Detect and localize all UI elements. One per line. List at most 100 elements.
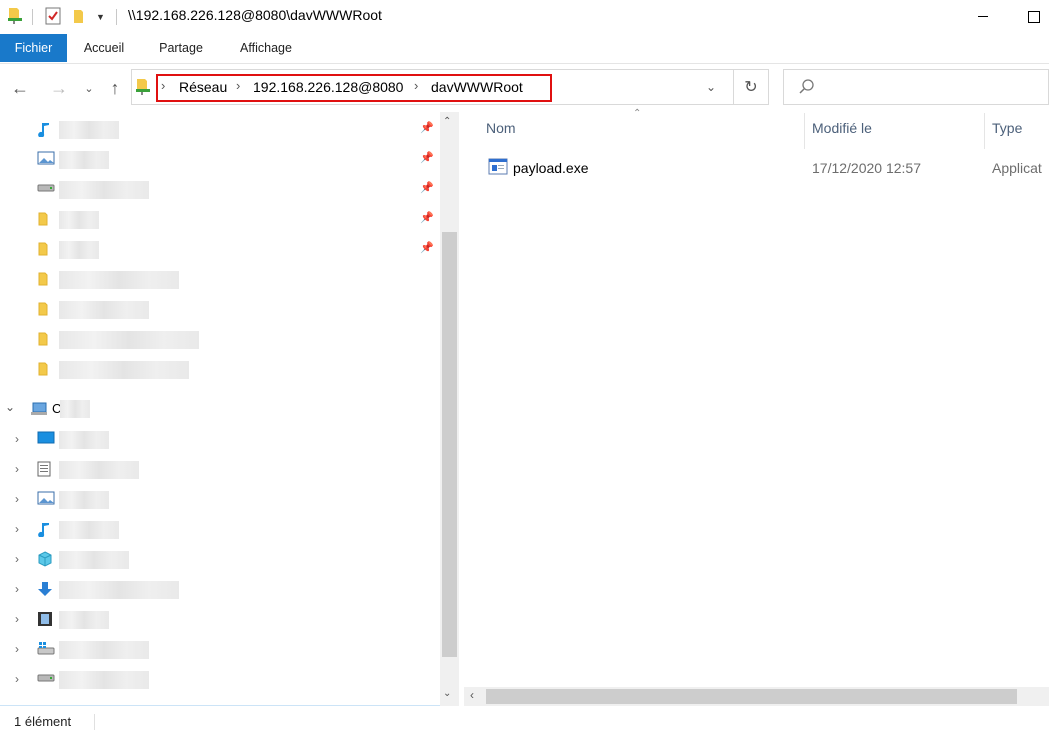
new-folder-icon[interactable] — [72, 7, 88, 25]
nav-this-pc-item[interactable]: › — [0, 425, 440, 455]
column-separator[interactable] — [984, 113, 985, 149]
nav-this-pc-item[interactable]: › — [0, 455, 440, 485]
redacted-label — [59, 331, 199, 349]
nav-quick-access-item[interactable]: 📌 — [0, 115, 440, 145]
nav-this-pc-item[interactable]: › — [0, 665, 440, 695]
pin-icon[interactable]: 📌 — [420, 181, 434, 195]
breadcrumb-davwwwroot[interactable]: davWWWRoot — [431, 79, 523, 95]
chevron-right-icon[interactable]: › — [15, 672, 19, 686]
3d-objects-icon — [37, 551, 53, 570]
downloads-icon — [37, 581, 53, 600]
file-type: Applicat — [992, 160, 1042, 176]
chevron-right-icon[interactable]: › — [15, 582, 19, 596]
redacted-label — [59, 211, 99, 229]
sort-ascending-icon: ⌃ — [633, 108, 642, 119]
minimize-icon — [978, 16, 988, 17]
pictures-icon — [37, 151, 55, 168]
nav-this-pc-item[interactable]: › — [0, 515, 440, 545]
redacted-label — [59, 181, 149, 199]
back-button[interactable]: ← — [8, 76, 32, 100]
chevron-right-icon[interactable]: › — [15, 522, 19, 536]
maximize-icon — [1027, 10, 1040, 23]
nav-this-pc-item[interactable]: › — [0, 635, 440, 665]
redacted-label — [59, 551, 129, 569]
chevron-right-icon[interactable]: › — [15, 552, 19, 566]
nav-quick-access-item[interactable] — [0, 355, 440, 385]
breadcrumb-reseau[interactable]: Réseau — [179, 79, 227, 95]
address-history-dropdown[interactable]: ⌄ — [706, 80, 716, 94]
chevron-right-icon[interactable]: › — [15, 492, 19, 506]
nav-pane-scroll-thumb[interactable] — [442, 232, 457, 657]
customize-qa-chevron-icon[interactable]: ▼ — [96, 12, 105, 22]
maximize-button[interactable] — [1018, 0, 1049, 33]
nav-quick-access-item[interactable]: 📌 — [0, 205, 440, 235]
separator — [116, 9, 117, 25]
scroll-up-icon[interactable]: ⌃ — [443, 116, 451, 127]
file-row[interactable]: payload.exe 17/12/2020 12:57 Applicat — [478, 153, 1049, 183]
chevron-right-icon[interactable]: › — [15, 432, 19, 446]
chevron-down-icon[interactable]: ⌄ — [5, 400, 15, 414]
network-location-icon — [135, 77, 151, 97]
up-button[interactable]: ↑ — [104, 76, 126, 100]
nav-this-pc-item[interactable]: › — [0, 485, 440, 515]
nav-quick-access-item[interactable] — [0, 295, 440, 325]
nav-this-pc-item[interactable]: › — [0, 545, 440, 575]
pin-icon[interactable]: 📌 — [420, 241, 434, 255]
redacted-label — [59, 271, 179, 289]
recent-locations-button[interactable]: ⌄ — [80, 78, 98, 98]
chevron-right-icon[interactable]: › — [15, 462, 19, 476]
redacted-label — [59, 671, 149, 689]
chevron-down-icon: ⌄ — [706, 80, 717, 94]
breadcrumb-chevron-icon[interactable]: › — [161, 78, 165, 93]
search-input[interactable] — [783, 69, 1049, 105]
nav-this-pc-item[interactable]: › — [0, 605, 440, 635]
separator — [32, 9, 33, 25]
nav-quick-access-item[interactable] — [0, 265, 440, 295]
chevron-right-icon[interactable]: › — [15, 612, 19, 626]
nav-this-pc[interactable]: ⌄ C — [0, 394, 440, 424]
windows-drive-icon — [37, 641, 55, 658]
redacted-label — [59, 491, 109, 509]
column-header-type[interactable]: Type — [992, 120, 1022, 142]
documents-icon — [37, 461, 51, 480]
tab-accueil[interactable]: Accueil — [72, 34, 136, 62]
quick-access-network-icon[interactable] — [6, 6, 24, 26]
minimize-button[interactable] — [960, 0, 1006, 33]
status-text: 1 élément — [14, 714, 72, 729]
pin-icon[interactable]: 📌 — [420, 121, 434, 135]
file-modified: 17/12/2020 12:57 — [812, 160, 921, 176]
scroll-left-icon[interactable]: ‹ — [470, 688, 474, 702]
tab-fichier[interactable]: Fichier — [0, 34, 67, 62]
column-separator[interactable] — [804, 113, 805, 149]
properties-icon[interactable] — [45, 7, 61, 25]
pin-icon[interactable]: 📌 — [420, 151, 434, 165]
breadcrumb-chevron-icon[interactable]: › — [414, 78, 418, 93]
refresh-button[interactable]: ↻ — [733, 69, 769, 105]
nav-quick-access-item[interactable]: 📌 — [0, 235, 440, 265]
chevron-right-icon[interactable]: › — [15, 642, 19, 656]
column-header-modified[interactable]: Modifié le — [812, 120, 872, 142]
folder-icon — [37, 241, 51, 260]
refresh-icon: ↻ — [744, 79, 758, 96]
chevron-down-icon: ⌄ — [84, 82, 94, 95]
redacted-label — [59, 241, 99, 259]
nav-quick-access-item[interactable]: 📌 — [0, 145, 440, 175]
music-icon — [37, 521, 51, 540]
column-header-name[interactable]: Nom — [486, 120, 516, 142]
scroll-down-icon[interactable]: ⌄ — [443, 688, 451, 699]
redacted-label — [59, 151, 109, 169]
redacted-label — [59, 581, 179, 599]
tab-affichage[interactable]: Affichage — [226, 34, 306, 62]
tab-partage[interactable]: Partage — [146, 34, 216, 62]
redacted-label — [59, 431, 109, 449]
nav-quick-access-item[interactable]: 📌 — [0, 175, 440, 205]
forward-button[interactable]: → — [47, 76, 71, 100]
nav-this-pc-item[interactable]: › — [0, 575, 440, 605]
redacted-label — [59, 121, 119, 139]
content-scroll-thumb[interactable] — [486, 689, 1017, 704]
breadcrumb-host[interactable]: 192.168.226.128@8080 — [253, 79, 403, 95]
breadcrumb-chevron-icon[interactable]: › — [236, 78, 240, 93]
status-separator — [94, 714, 95, 730]
pin-icon[interactable]: 📌 — [420, 211, 434, 225]
nav-quick-access-item[interactable] — [0, 325, 440, 355]
